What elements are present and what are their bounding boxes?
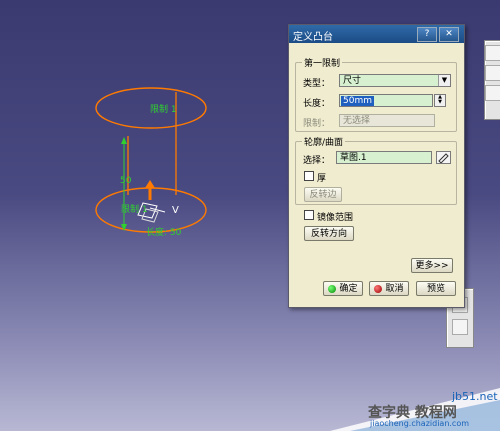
reverse-side-button[interactable]: 反转边 [304,187,342,202]
length-label: 长度： [303,99,331,109]
cancel-button[interactable]: 取消 [369,281,409,296]
limit-field: 无选择 [339,114,435,127]
limit-top-label[interactable]: 限制 1 [150,102,177,115]
cancel-button-label: 取消 [385,284,404,294]
more-button[interactable]: 更多>> [411,258,453,273]
reverse-direction-button[interactable]: 反转方向 [304,226,354,241]
help-button[interactable]: ? [417,27,437,42]
select-label: 选择： [303,156,331,166]
sketch-edit-icon[interactable] [436,151,451,164]
length-dimension-label[interactable]: 长度: 50 [146,225,181,238]
toolbar-tool-icon[interactable] [485,65,500,81]
axis-v-label: V [172,205,179,216]
length-input[interactable]: 50mm [339,94,433,107]
profile-selection-value: 草图.1 [340,153,367,163]
profile-surface-group-label: 轮廓/曲面 [302,135,346,148]
length-input-value: 50mm [341,96,374,106]
type-label: 类型： [303,79,331,89]
type-dropdown[interactable]: 尺寸 ▼ [339,74,451,87]
dialog-titlebar[interactable]: 定义凸台 ? ✕ [289,25,464,43]
dimension-value-label[interactable]: 50 [120,176,131,186]
define-pad-dialog: 定义凸台 ? ✕ 第一限制 类型： 尺寸 ▼ 长度： 50mm ▲ ▼ 限制： … [288,24,465,308]
limit-field-value: 无选择 [343,116,371,126]
dimension-arrow-top [121,137,127,144]
preview-button[interactable]: 预览 [416,281,456,296]
toolbar-tool-icon[interactable] [485,45,500,61]
mirror-extent-checkbox[interactable] [304,210,314,220]
thick-checkbox[interactable] [304,171,314,181]
dialog-title: 定义凸台 [293,32,333,43]
toolbar-tool-icon[interactable] [452,319,468,335]
type-dropdown-value: 尺寸 [343,76,362,86]
profile-selection-field[interactable]: 草图.1 [336,151,432,164]
green-dot-icon [328,284,337,293]
chevron-down-icon[interactable]: ▼ [438,75,450,86]
limit-label: 限制： [303,119,331,129]
length-spinner[interactable]: ▲ ▼ [434,94,446,107]
direction-arrow-head [145,180,155,188]
limit-bottom-label[interactable]: 限制 1 [121,202,148,215]
right-toolbar-upper [484,40,500,120]
close-button[interactable]: ✕ [439,27,459,42]
thick-label: 厚 [317,174,327,184]
ok-button-label: 确定 [339,284,358,294]
red-dot-icon [374,284,383,293]
ok-button[interactable]: 确定 [323,281,363,296]
first-limit-group-label: 第一限制 [302,56,343,69]
pencil-icon [438,153,449,164]
toolbar-tool-icon[interactable] [485,85,500,101]
watermark-site: jb51.net [452,390,498,403]
mirror-extent-label: 镜像范围 [317,213,354,223]
spin-down-icon[interactable]: ▼ [435,100,445,105]
watermark: jb51.net 查字典 教程网 jiaocheng.chazidian.com [330,378,500,431]
watermark-url: jiaocheng.chazidian.com [370,419,470,428]
